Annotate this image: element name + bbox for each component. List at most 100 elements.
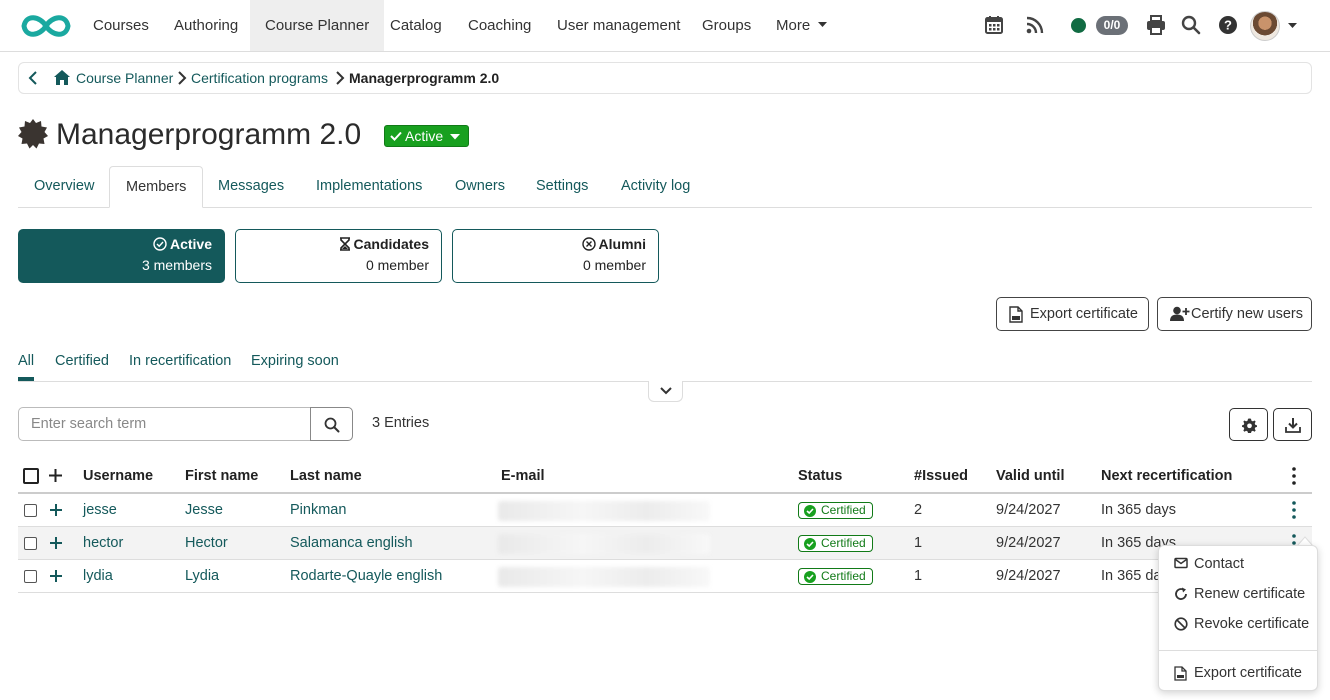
tab-settings[interactable]: Settings [520,166,604,208]
breadcrumb: Course Planner Certification programs Ma… [18,62,1312,94]
table-settings-button[interactable] [1229,408,1268,441]
cell-last-name[interactable]: Rodarte-Quayle english [290,560,442,592]
search-icon[interactable] [1180,14,1202,36]
check-circle-icon [804,571,816,583]
tab-overview[interactable]: Overview [18,166,110,208]
status-dropdown[interactable]: Active [384,125,469,147]
filter-certified[interactable]: Certified [55,352,109,370]
expand-row-plus-icon[interactable] [49,503,63,517]
nav-groups[interactable]: Groups [687,0,766,51]
nav-more[interactable]: More [761,0,840,51]
certify-new-users-button[interactable]: Certify new users [1157,297,1312,331]
chevron-down-icon [660,387,672,395]
tab-activity-log[interactable]: Activity log [605,166,706,208]
member-card-candidates-title: Candidates [353,236,429,252]
home-icon[interactable] [53,69,71,86]
back-chevron-icon[interactable] [28,71,38,85]
cell-username[interactable]: hector [83,527,123,559]
cell-last-name[interactable]: Salamanca english [290,527,413,559]
member-card-active-count: 3 members [141,257,212,273]
member-card-candidates[interactable]: Candidates 0 member [235,229,442,283]
search-input[interactable] [18,407,311,441]
download-icon [1285,418,1301,433]
tab-messages[interactable]: Messages [202,166,300,208]
print-icon[interactable] [1145,14,1167,36]
chat-counter-badge[interactable]: 0/0 [1096,16,1128,35]
menu-contact[interactable]: Contact [1159,550,1319,578]
nav-course-planner[interactable]: Course Planner [250,0,385,51]
expand-all-plus-icon[interactable] [48,468,63,483]
export-certificate-button[interactable]: Export certificate [996,297,1149,331]
member-card-active-title: Active [169,236,212,252]
expand-row-plus-icon[interactable] [49,569,63,583]
cell-last-name[interactable]: Pinkman [290,494,346,526]
menu-export-certificate[interactable]: Export certificate [1159,659,1319,687]
cell-username[interactable]: lydia [83,560,113,592]
expand-row-plus-icon[interactable] [49,536,63,550]
cell-first-name[interactable]: Jesse [185,494,223,526]
member-card-candidates-count: 0 member [365,257,429,273]
status-dropdown-label: Active [405,128,444,144]
col-valid-until[interactable]: Valid until [996,467,1064,485]
nav-catalog[interactable]: Catalog [375,0,457,51]
member-card-active[interactable]: Active 3 members [18,229,225,283]
nav-courses[interactable]: Courses [78,0,164,51]
filter-in-recertification[interactable]: In recertification [129,352,231,370]
menu-revoke-certificate[interactable]: Revoke certificate [1159,610,1319,638]
status-badge-label: Certified [821,503,866,517]
cell-first-name[interactable]: Lydia [185,560,219,592]
tab-implementations[interactable]: Implementations [300,166,438,208]
breadcrumb-certification-programs[interactable]: Certification programs [191,63,328,93]
search-button[interactable] [310,407,353,441]
openolat-logo-icon[interactable] [18,10,74,42]
member-card-alumni-count: 0 member [582,257,646,273]
col-email[interactable]: E-mail [501,467,545,485]
breadcrumb-course-planner[interactable]: Course Planner [76,63,173,93]
member-card-alumni[interactable]: Alumni 0 member [452,229,659,283]
row-checkbox[interactable] [24,504,37,517]
search-icon [324,417,340,433]
member-card-alumni-title: Alumni [598,236,646,252]
cell-valid-until: 9/24/2027 [996,502,1061,518]
calendar-icon[interactable] [983,14,1005,36]
entries-count: 3 Entries [372,415,430,431]
nav-authoring[interactable]: Authoring [159,0,253,51]
nav-coaching[interactable]: Coaching [453,0,546,51]
select-all-checkbox[interactable] [23,468,39,484]
check-circle-icon [804,538,816,550]
export-certificate-label: Export certificate [1030,306,1138,322]
col-first-name[interactable]: First name [185,467,258,485]
cell-valid-until: 9/24/2027 [996,535,1061,551]
help-icon[interactable]: ? [1217,14,1239,36]
breadcrumb-separator-icon [336,71,345,85]
download-button[interactable] [1273,408,1312,441]
menu-renew-certificate[interactable]: Renew certificate [1159,580,1319,608]
col-issued[interactable]: #Issued [914,467,968,485]
table-row: lydia Lydia Rodarte-Quayle english Certi… [18,560,1312,593]
menu-export-certificate-label: Export certificate [1194,665,1302,681]
cell-username[interactable]: jesse [83,494,117,526]
col-last-name[interactable]: Last name [290,467,362,485]
filter-expiring-soon[interactable]: Expiring soon [251,352,339,370]
avatar-caret-down-icon[interactable] [1288,23,1297,29]
pdf-file-icon [1174,666,1187,681]
tab-owners[interactable]: Owners [439,166,521,208]
filter-all[interactable]: All [18,352,34,370]
cell-issued: 2 [914,502,923,518]
tab-members[interactable]: Members [109,166,204,208]
col-username[interactable]: Username [83,467,153,485]
nav-user-management[interactable]: User management [542,0,695,51]
col-next-recertification[interactable]: Next recertification [1101,467,1232,485]
row-options-kebab-icon[interactable] [1292,501,1296,519]
column-options-kebab-icon[interactable] [1292,467,1296,485]
nav-more-label: More [776,17,811,34]
cell-first-name[interactable]: Hector [185,527,228,559]
breadcrumb-current: Managerprogramm 2.0 [349,70,500,86]
col-status[interactable]: Status [798,467,842,485]
row-checkbox[interactable] [24,537,37,550]
collapse-filters-button[interactable] [648,381,683,402]
online-status-icon[interactable] [1071,18,1086,33]
rss-feed-icon[interactable] [1024,14,1046,36]
user-avatar[interactable] [1250,11,1280,41]
row-checkbox[interactable] [24,570,37,583]
